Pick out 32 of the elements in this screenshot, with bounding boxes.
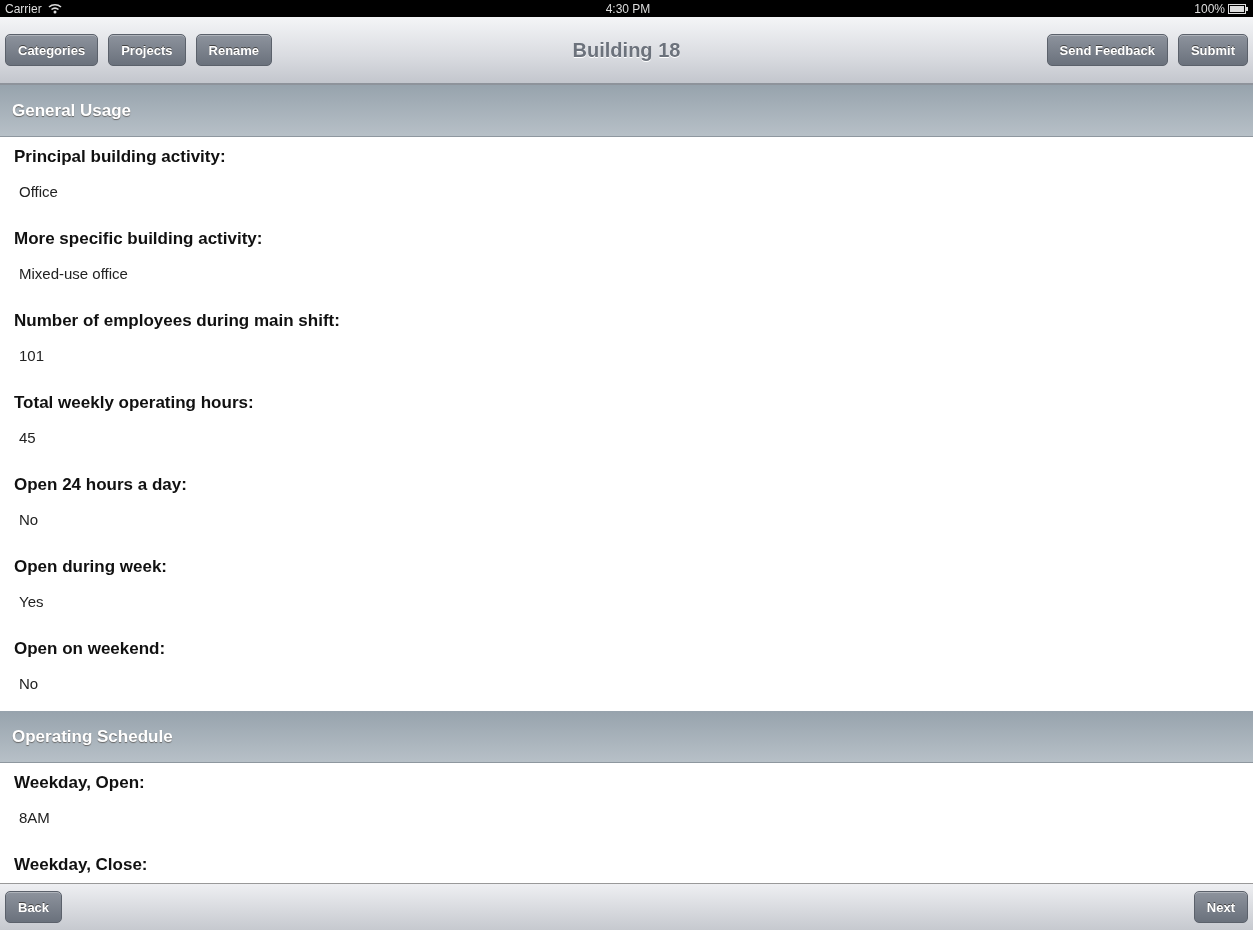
battery-icon <box>1228 3 1248 14</box>
carrier-label: Carrier <box>5 1 42 16</box>
section-header: General Usage <box>0 85 1253 137</box>
field-label: Total weekly operating hours: <box>13 393 255 413</box>
field-value: 8AM <box>18 809 51 826</box>
battery-percent: 100% <box>1194 1 1225 16</box>
field-value: Office <box>18 183 59 200</box>
next-button[interactable]: Next <box>1193 891 1248 923</box>
field-label: Principal building activity: <box>13 147 227 167</box>
field-value: 45 <box>18 429 37 446</box>
field-value: No <box>18 511 40 528</box>
nav-button[interactable]: Rename <box>195 34 273 66</box>
field-value: Mixed-use office <box>18 265 129 282</box>
field-value: 101 <box>18 347 46 364</box>
field-value: No <box>18 675 40 692</box>
clock: 4:30 PM <box>605 1 651 16</box>
nav-button[interactable]: Submit <box>1177 34 1248 66</box>
nav-button[interactable]: Projects <box>108 34 186 66</box>
field-label: Open 24 hours a day: <box>13 475 188 495</box>
field-label: More specific building activity: <box>13 229 264 249</box>
page-title: Building 18 <box>572 38 681 62</box>
field-value: Yes <box>18 593 45 610</box>
nav-button[interactable]: Send Feedback <box>1046 34 1168 66</box>
back-button[interactable]: Back <box>5 891 63 923</box>
field-label: Number of employees during main shift: <box>13 311 341 331</box>
field-label: Open on weekend: <box>13 639 167 659</box>
field-label: Weekday, Open: <box>13 773 146 793</box>
section-header: Operating Schedule <box>0 711 1253 763</box>
wifi-icon <box>47 3 62 14</box>
nav-button[interactable]: Categories <box>5 34 99 66</box>
field-label: Weekday, Close: <box>13 855 149 875</box>
field-label: Open during week: <box>13 557 169 577</box>
